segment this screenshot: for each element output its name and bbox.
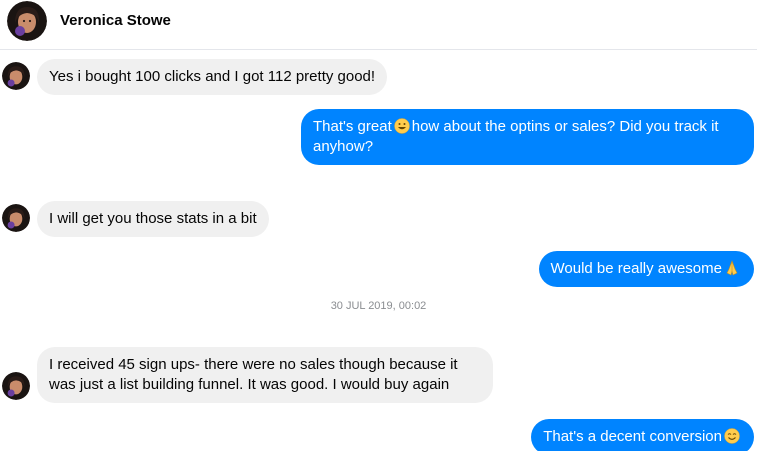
contact-avatar-small[interactable] xyxy=(2,372,30,400)
message-text: I received 45 sign ups- there were no sa… xyxy=(49,356,458,393)
message-bubble-outgoing[interactable]: Would be really awesome xyxy=(538,251,754,287)
folded-hands-emoji-icon xyxy=(724,260,740,276)
message-text: Would be really awesome xyxy=(550,260,722,277)
message-bubble-outgoing[interactable]: That's great how about the optins or sale… xyxy=(301,109,754,165)
smiling-face-emoji-icon xyxy=(724,428,740,444)
conversation-header: Veronica Stowe xyxy=(0,0,757,50)
message-text: Yes i bought 100 clicks and I got 112 pr… xyxy=(49,68,376,85)
message-timestamp: 30 JUL 2019, 00:02 xyxy=(330,300,427,312)
message-bubble-incoming[interactable]: Yes i bought 100 clicks and I got 112 pr… xyxy=(37,59,388,95)
contact-avatar-small[interactable] xyxy=(2,62,30,90)
message-text: I will get you those stats in a bit xyxy=(49,210,257,227)
contact-name[interactable]: Veronica Stowe xyxy=(60,12,171,29)
contact-avatar[interactable] xyxy=(7,1,47,41)
message-text: That's a decent conversion xyxy=(543,428,722,445)
contact-avatar-small[interactable] xyxy=(2,204,30,232)
message-text: That's great xyxy=(313,118,392,135)
message-bubble-incoming[interactable]: I received 45 sign ups- there were no sa… xyxy=(37,347,493,403)
grinning-face-emoji-icon xyxy=(394,118,410,134)
message-bubble-incoming[interactable]: I will get you those stats in a bit xyxy=(37,201,269,237)
message-bubble-outgoing[interactable]: That's a decent conversion xyxy=(531,419,754,451)
